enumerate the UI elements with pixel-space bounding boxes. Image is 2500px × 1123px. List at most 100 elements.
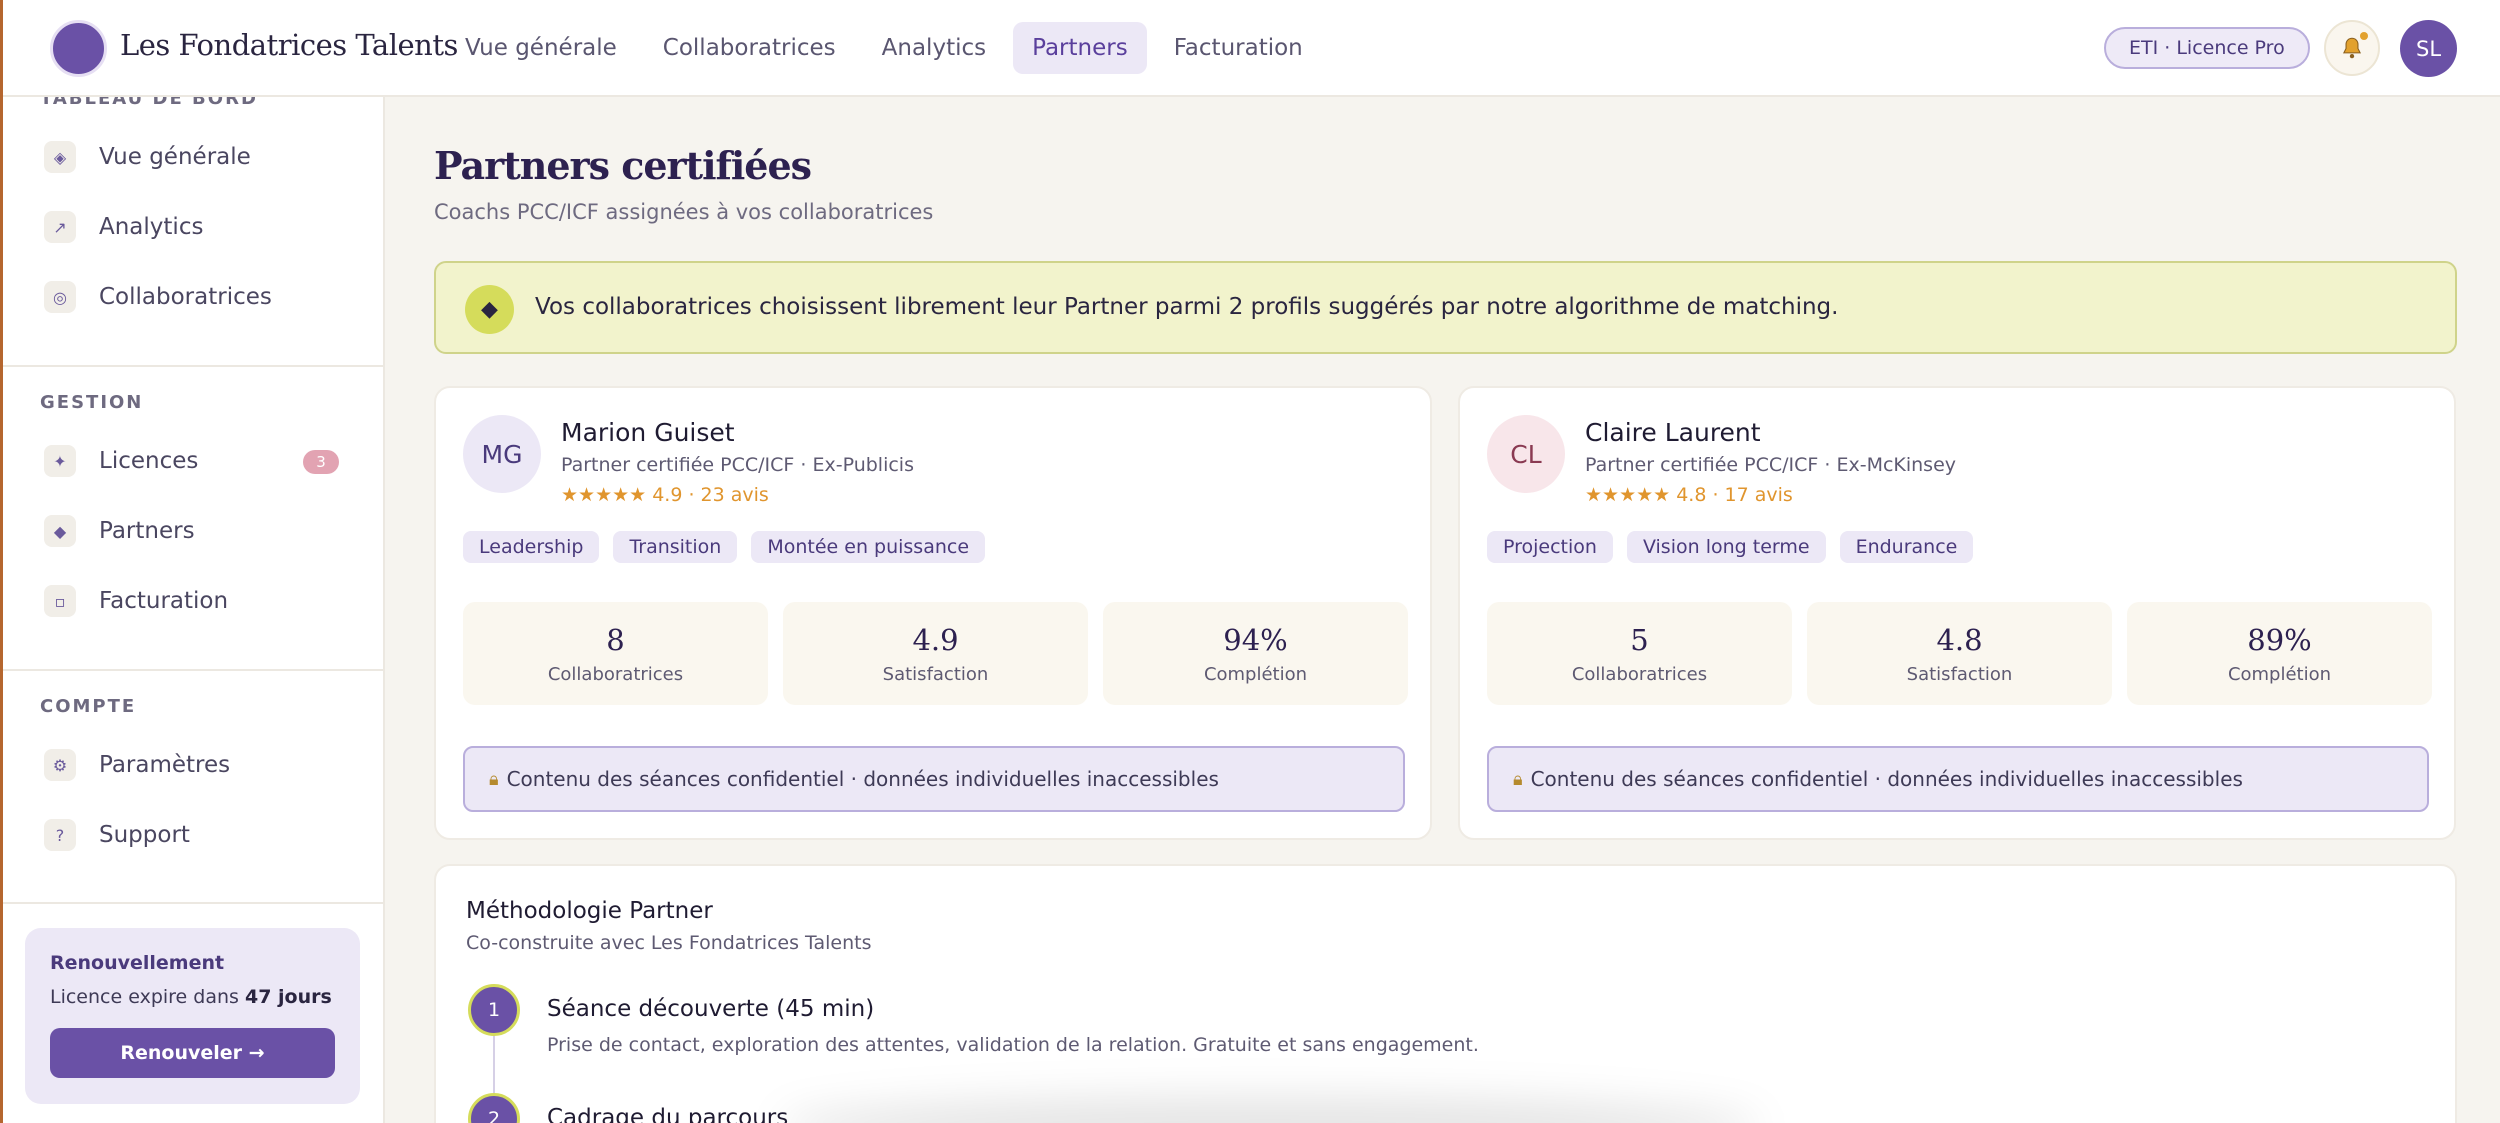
stat-value: 94% — [1223, 622, 1288, 657]
page-subtitle: Coachs PCC/ICF assignées à vos collabora… — [434, 200, 934, 224]
stat-completion: 89% Complétion — [2127, 602, 2432, 705]
partner-card[interactable]: MG Marion Guiset Partner certifiée PCC/I… — [434, 386, 1432, 840]
sidebar-item-analytics[interactable]: ↗ Analytics — [44, 205, 344, 249]
sidebar-section-gestion: GESTION — [40, 392, 144, 413]
diamond-outline-icon: ◈ — [44, 141, 76, 173]
square-icon: ▫ — [44, 585, 76, 617]
sidebar-section-tableau-de-bord: TABLEAU DE BORD — [40, 97, 258, 109]
methodology-title: Méthodologie Partner — [466, 898, 713, 924]
lock-icon: 🔒︎ — [489, 768, 499, 790]
trend-arrow-icon: ↗ — [44, 211, 76, 243]
stat-value: 4.9 — [912, 622, 959, 657]
stat-collaboratrices: 8 Collaboratrices — [463, 602, 768, 705]
sidebar-item-label: Paramètres — [99, 752, 231, 778]
user-avatar[interactable]: SL — [2400, 20, 2457, 77]
stat-label: Collaboratrices — [1571, 663, 1708, 685]
matching-notice: ◆ Vos collaboratrices choisissent librem… — [434, 261, 2457, 354]
partner-stats: 5 Collaboratrices 4.8 Satisfaction 89% C… — [1487, 602, 2432, 705]
stat-label: Complétion — [1203, 663, 1308, 685]
nav-item-facturation[interactable]: Facturation — [1155, 22, 1322, 74]
renewal-text-prefix: Licence expire dans — [50, 986, 245, 1008]
partner-avatar: CL — [1487, 415, 1565, 493]
step-title: Cadrage du parcours — [547, 1105, 789, 1123]
partner-role: Partner certifiée PCC/ICF · Ex-McKinsey — [1585, 454, 1957, 476]
sidebar: TABLEAU DE BORD ◈ Vue générale ↗ Analyti… — [0, 97, 385, 1123]
sidebar-item-label: Facturation — [99, 588, 229, 614]
stat-value: 8 — [606, 622, 625, 657]
confidentiality-text: Contenu des séances confidentiel · donné… — [506, 767, 1219, 791]
stat-label: Collaboratrices — [547, 663, 684, 685]
nav-item-collaboratrices[interactable]: Collaboratrices — [644, 22, 855, 74]
partner-card[interactable]: CL Claire Laurent Partner certifiée PCC/… — [1458, 386, 2456, 840]
renewal-card: Renouvellement Licence expire dans 47 jo… — [25, 928, 360, 1104]
partner-name: Claire Laurent — [1585, 418, 1761, 447]
stat-label: Complétion — [2227, 663, 2332, 685]
stat-value: 4.8 — [1936, 622, 1983, 657]
partner-tags: Projection Vision long terme Endurance — [1487, 531, 1974, 563]
notice-text: Vos collaboratrices choisissent libremen… — [535, 294, 1839, 320]
nav-item-vue-generale[interactable]: Vue générale — [446, 22, 636, 74]
sidebar-divider — [0, 669, 383, 671]
lock-icon: 🔒︎ — [1513, 768, 1523, 790]
nav-item-partners[interactable]: Partners — [1013, 22, 1147, 74]
sidebar-item-vue-generale[interactable]: ◈ Vue générale — [44, 135, 344, 179]
sidebar-item-licences[interactable]: ✦ Licences 3 — [44, 439, 344, 483]
main-nav: Vue générale Collaboratrices Analytics P… — [446, 22, 1322, 74]
renewal-days: 47 jours — [244, 986, 332, 1008]
partner-tag: Leadership — [463, 531, 600, 563]
partner-stats: 8 Collaboratrices 4.9 Satisfaction 94% C… — [463, 602, 1408, 705]
stat-value: 89% — [2247, 622, 2312, 657]
nav-item-analytics[interactable]: Analytics — [863, 22, 1005, 74]
sidebar-item-label: Licences — [99, 448, 199, 474]
window-edge — [0, 0, 3, 1123]
brand-name[interactable]: Les Fondatrices Talents — [120, 28, 458, 62]
sidebar-section-compte: COMPTE — [40, 696, 137, 717]
sidebar-item-support[interactable]: ? Support — [44, 813, 344, 857]
license-badge[interactable]: ETI · Licence Pro — [2104, 27, 2310, 69]
diamond-icon: ◆ — [465, 285, 514, 334]
partner-tag: Montée en puissance — [751, 531, 986, 563]
partner-avatar: MG — [463, 415, 541, 493]
sidebar-divider — [0, 365, 383, 367]
sidebar-item-partners[interactable]: ◆ Partners — [44, 509, 344, 553]
logo-icon[interactable] — [50, 20, 107, 77]
confidentiality-note: 🔒︎ Contenu des séances confidentiel · do… — [463, 746, 1405, 812]
sidebar-item-label: Vue générale — [99, 144, 251, 170]
stat-satisfaction: 4.9 Satisfaction — [783, 602, 1088, 705]
partner-rating: ★★★★★ 4.8 · 17 avis — [1585, 484, 1793, 506]
partner-tag: Endurance — [1839, 531, 1974, 563]
sidebar-item-label: Support — [99, 822, 190, 848]
step-description: Prise de contact, exploration des attent… — [547, 1034, 1479, 1056]
sidebar-item-parametres[interactable]: ⚙ Paramètres — [44, 743, 344, 787]
sidebar-item-facturation[interactable]: ▫ Facturation — [44, 579, 344, 623]
sidebar-item-label: Partners — [99, 518, 195, 544]
stat-value: 5 — [1630, 622, 1649, 657]
step-number: 1 — [468, 984, 520, 1036]
sidebar-divider — [0, 902, 383, 904]
renewal-text: Licence expire dans 47 jours — [50, 986, 332, 1008]
licences-count-badge: 3 — [303, 450, 339, 474]
partner-tag: Vision long terme — [1626, 531, 1826, 563]
partner-rating: ★★★★★ 4.9 · 23 avis — [561, 484, 769, 506]
diamond-icon: ◆ — [44, 515, 76, 547]
sidebar-item-label: Analytics — [99, 214, 204, 240]
partner-tags: Leadership Transition Montée en puissanc… — [463, 531, 986, 563]
partner-tag: Transition — [613, 531, 738, 563]
page-title: Partners certifiées — [434, 143, 812, 188]
top-bar: Les Fondatrices Talents Vue générale Col… — [0, 0, 2500, 97]
sidebar-item-label: Collaboratrices — [99, 284, 272, 310]
stat-completion: 94% Complétion — [1103, 602, 1408, 705]
target-icon: ◎ — [44, 281, 76, 313]
methodology-subtitle: Co-construite avec Les Fondatrices Talen… — [466, 932, 872, 954]
stat-label: Satisfaction — [1906, 663, 2013, 685]
sidebar-item-collaboratrices[interactable]: ◎ Collaboratrices — [44, 275, 344, 319]
confidentiality-text: Contenu des séances confidentiel · donné… — [1530, 767, 2243, 791]
confidentiality-note: 🔒︎ Contenu des séances confidentiel · do… — [1487, 746, 2429, 812]
methodology-card: Méthodologie Partner Co-construite avec … — [434, 864, 2457, 1123]
notifications-button[interactable] — [2324, 20, 2380, 76]
stat-label: Satisfaction — [882, 663, 989, 685]
sparkle-icon: ✦ — [44, 445, 76, 477]
renew-button[interactable]: Renouveler → — [50, 1028, 335, 1078]
partner-name: Marion Guiset — [561, 418, 735, 447]
step-number: 2 — [468, 1093, 520, 1123]
